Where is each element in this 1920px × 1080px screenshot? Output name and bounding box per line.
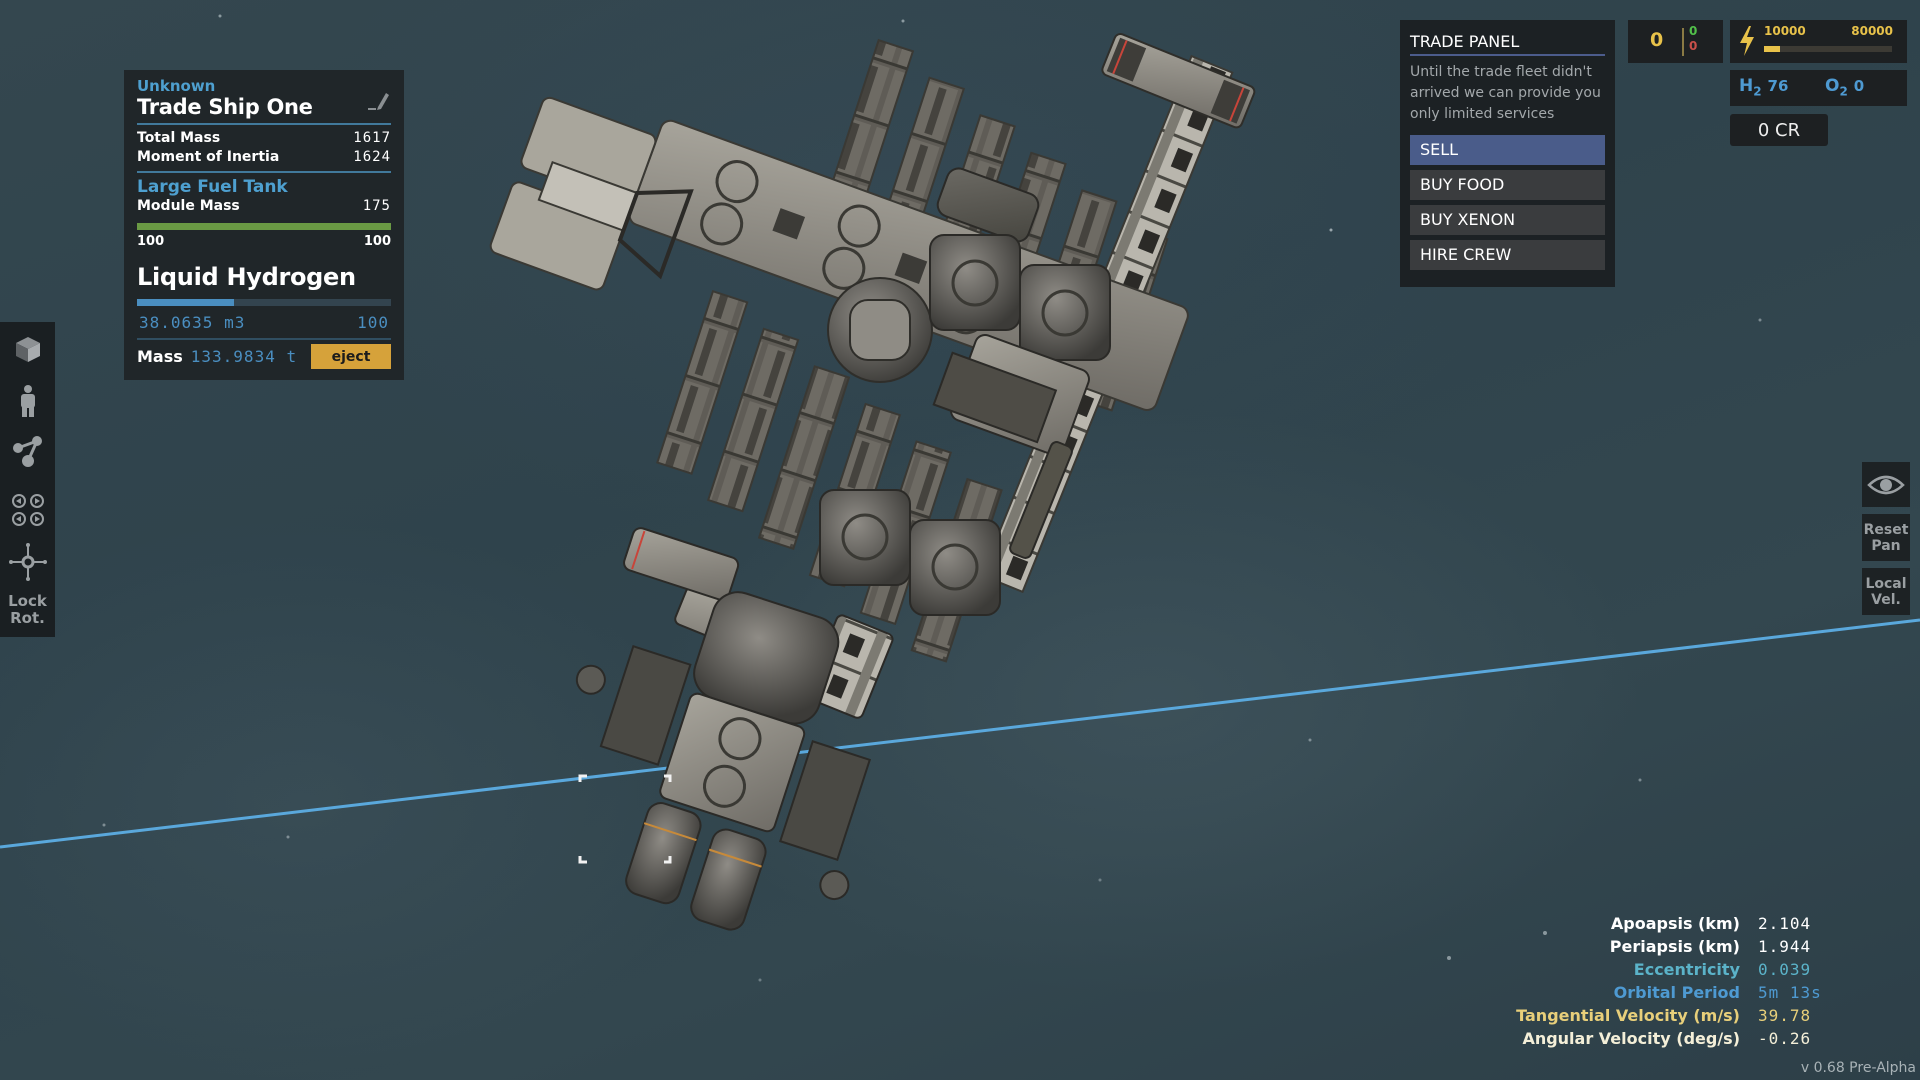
- cube-icon[interactable]: [8, 334, 48, 364]
- node-graph-icon[interactable]: [8, 434, 48, 468]
- counter-value: 0: [1650, 29, 1664, 51]
- eject-button[interactable]: eject: [311, 344, 391, 369]
- module-health-values: 100 100: [137, 234, 391, 249]
- toggle-view-button[interactable]: [1862, 462, 1910, 507]
- crosshair-icon[interactable]: [8, 542, 48, 582]
- orbit-trajectory-line: [0, 618, 1920, 849]
- resource-volume-row: 38.0635 m3 100: [139, 313, 389, 332]
- orbit-stats: Apoapsis (km) 2.104 Periapsis (km) 1.944…: [1500, 912, 1920, 1050]
- counter-down: 0: [1689, 39, 1698, 53]
- o2-value: 0: [1853, 77, 1865, 95]
- divider: [137, 171, 391, 173]
- energy-max: 80000: [1851, 24, 1893, 38]
- counter-up: 0: [1689, 24, 1698, 38]
- stat-moment-of-inertia: Moment of Inertia 1624: [137, 149, 391, 165]
- orbit-stat-orbital-period: Orbital Period 5m 13s: [1613, 983, 1822, 1002]
- trade-panel-description: Until the trade fleet didn't arrived we …: [1410, 64, 1601, 122]
- h2-readout: H2 76: [1739, 76, 1789, 99]
- counter-divider: [1682, 28, 1684, 56]
- ship-category: Unknown: [137, 77, 216, 95]
- o2-readout: O2 0: [1825, 76, 1865, 99]
- orbit-stat-periapsis: Periapsis (km) 1.944: [1609, 937, 1812, 956]
- orbit-stat-apoapsis: Apoapsis (km) 2.104: [1610, 914, 1812, 933]
- hire-crew-button[interactable]: HIRE CREW: [1410, 240, 1605, 270]
- buy-food-button[interactable]: BUY FOOD: [1410, 170, 1605, 200]
- core-hub: [827, 277, 933, 383]
- divider: [137, 123, 391, 125]
- divider: [137, 338, 391, 340]
- orbit-stat-angular-velocity: Angular Velocity (deg/s) -0.26: [1522, 1029, 1812, 1048]
- resource-volume: 38.0635 m3: [139, 313, 246, 332]
- version-label: v 0.68 Pre-Alpha: [1800, 1060, 1916, 1076]
- energy-bar: [1764, 46, 1892, 52]
- resource-name: Liquid Hydrogen: [137, 263, 356, 291]
- module-health-bar: [137, 223, 391, 230]
- module-info-panel: Unknown Trade Ship One Total Mass 1617 M…: [124, 70, 404, 380]
- lock-rotation-button[interactable]: Lock Rot.: [0, 593, 55, 627]
- pencil-icon[interactable]: [366, 88, 390, 112]
- crew-counter-box: 0 0 0: [1628, 20, 1723, 63]
- h2-value: 76: [1767, 77, 1789, 95]
- stat-total-mass: Total Mass 1617: [137, 130, 391, 146]
- orbit-stat-eccentricity: Eccentricity 0.039: [1633, 960, 1812, 979]
- credits-display: 0 CR: [1730, 114, 1828, 146]
- resource-fill: [137, 299, 234, 306]
- station-ship[interactable]: [488, 32, 1256, 719]
- module-name: Large Fuel Tank: [137, 177, 288, 197]
- buy-xenon-button[interactable]: BUY XENON: [1410, 205, 1605, 235]
- sell-button[interactable]: SELL: [1410, 135, 1605, 165]
- thruster-arrows-icon[interactable]: [8, 490, 48, 530]
- orbit-stat-tangential-velocity: Tangential Velocity (m/s) 39.78: [1516, 1006, 1812, 1025]
- eye-icon: [1867, 475, 1905, 494]
- left-toolbar: Lock Rot.: [0, 322, 55, 637]
- module-mass: Module Mass 175: [137, 198, 391, 214]
- module-health-fill: [137, 223, 391, 230]
- ship-name: Trade Ship One: [137, 95, 313, 119]
- energy-current: 10000: [1764, 24, 1806, 38]
- reset-pan-button[interactable]: Reset Pan: [1862, 514, 1910, 561]
- energy-bar-fill: [1764, 46, 1780, 52]
- trade-panel: TRADE PANEL Until the trade fleet didn't…: [1400, 20, 1615, 287]
- local-velocity-button[interactable]: Local Vel.: [1862, 568, 1910, 615]
- trade-panel-title: TRADE PANEL: [1410, 32, 1605, 56]
- lightning-icon: [1740, 26, 1754, 56]
- resource-mass-value: 133.9834 t: [190, 347, 298, 366]
- crew-person-icon[interactable]: [8, 384, 48, 418]
- energy-box: 10000 80000: [1730, 20, 1907, 63]
- gas-box: H2 76 O2 0: [1730, 70, 1907, 106]
- resource-fill-bar: [137, 299, 391, 306]
- resource-capacity: 100: [357, 313, 389, 332]
- resource-mass-row: Mass 133.9834 t eject: [137, 344, 391, 369]
